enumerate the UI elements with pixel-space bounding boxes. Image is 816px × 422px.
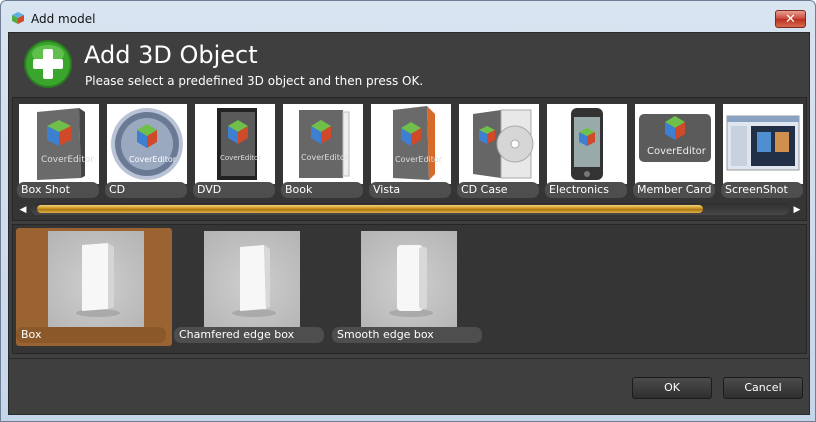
book-icon: CoverEditor xyxy=(283,104,363,184)
model-tile-dvd[interactable]: CoverEditor DVD xyxy=(193,104,275,198)
scroll-track[interactable] xyxy=(31,203,789,215)
model-label: Box Shot xyxy=(17,182,99,198)
model-label: CD xyxy=(105,182,187,198)
smooth-box-preview xyxy=(361,231,457,327)
model-tile-book[interactable]: CoverEditor Book xyxy=(281,104,363,198)
close-button[interactable]: ✕ xyxy=(775,10,806,28)
ok-button[interactable]: OK xyxy=(632,377,712,399)
model-label: Book xyxy=(281,182,363,198)
footer-divider xyxy=(9,358,809,359)
cd-icon: CoverEditor xyxy=(107,104,187,184)
model-tile-box-shot[interactable]: CoverEditor Box Shot xyxy=(17,104,99,198)
cancel-button[interactable]: Cancel xyxy=(723,377,803,399)
window-title: Add model xyxy=(31,12,96,26)
variant-label: Chamfered edge box xyxy=(174,327,324,343)
variant-tile-chamfered[interactable]: Chamfered edge box xyxy=(174,228,330,346)
svg-text:CoverEditor: CoverEditor xyxy=(41,155,94,165)
scroll-thumb[interactable] xyxy=(37,205,703,213)
variant-gallery: Box Chamfered edge box Smooth edge box xyxy=(12,224,807,354)
white-box-preview xyxy=(48,231,144,327)
model-gallery: CoverEditor Box Shot CoverEditor CD Cove… xyxy=(12,97,807,221)
scroll-left-arrow-icon[interactable]: ◀ xyxy=(17,203,29,215)
vista-box-icon: CoverEditor xyxy=(371,104,451,184)
app-cube-icon xyxy=(12,12,24,24)
box-shot-icon: CoverEditor xyxy=(19,104,99,184)
page-subtitle: Please select a predefined 3D object and… xyxy=(85,74,424,88)
model-label: ScreenShot xyxy=(721,182,803,198)
variant-tile-box[interactable]: Box xyxy=(16,228,172,346)
model-tile-screenshot[interactable]: ScreenShot xyxy=(721,104,803,198)
cd-case-icon xyxy=(459,104,539,184)
svg-text:CoverEditor: CoverEditor xyxy=(647,146,707,157)
page-title: Add 3D Object xyxy=(84,41,258,69)
variant-tile-smooth[interactable]: Smooth edge box xyxy=(332,228,488,346)
model-label: Electronics xyxy=(545,182,627,198)
model-label: Vista xyxy=(369,182,451,198)
screenshot-icon xyxy=(723,104,803,184)
model-tile-member-card[interactable]: CoverEditor Member Card xyxy=(633,104,715,198)
title-bar: Add model ✕ xyxy=(1,1,815,34)
dialog-body: Add 3D Object Please select a predefined… xyxy=(8,32,810,415)
svg-text:CoverEditor: CoverEditor xyxy=(301,153,349,162)
electronics-icon xyxy=(547,104,627,184)
model-label: CD Case xyxy=(457,182,539,198)
svg-text:CoverEditor: CoverEditor xyxy=(129,155,177,164)
model-tile-cd-case[interactable]: CD Case xyxy=(457,104,539,198)
model-tile-electronics[interactable]: Electronics xyxy=(545,104,627,198)
scroll-right-arrow-icon[interactable]: ▶ xyxy=(791,203,803,215)
member-card-icon: CoverEditor xyxy=(635,104,715,184)
chamfered-box-preview xyxy=(204,231,300,327)
gallery-scrollbar[interactable]: ◀ ▶ xyxy=(17,202,803,216)
dvd-icon: CoverEditor xyxy=(195,104,275,184)
variant-label: Box xyxy=(16,327,166,343)
model-tile-cd[interactable]: CoverEditor CD xyxy=(105,104,187,198)
variant-label: Smooth edge box xyxy=(332,327,482,343)
add-plus-icon xyxy=(24,40,72,88)
model-tile-vista[interactable]: CoverEditor Vista xyxy=(369,104,451,198)
add-model-window: Add model ✕ Add 3D Object Please select … xyxy=(0,0,816,422)
svg-text:CoverEditor: CoverEditor xyxy=(220,154,261,162)
model-label: Member Card xyxy=(633,182,715,198)
svg-text:CoverEditor: CoverEditor xyxy=(395,155,443,164)
model-label: DVD xyxy=(193,182,275,198)
